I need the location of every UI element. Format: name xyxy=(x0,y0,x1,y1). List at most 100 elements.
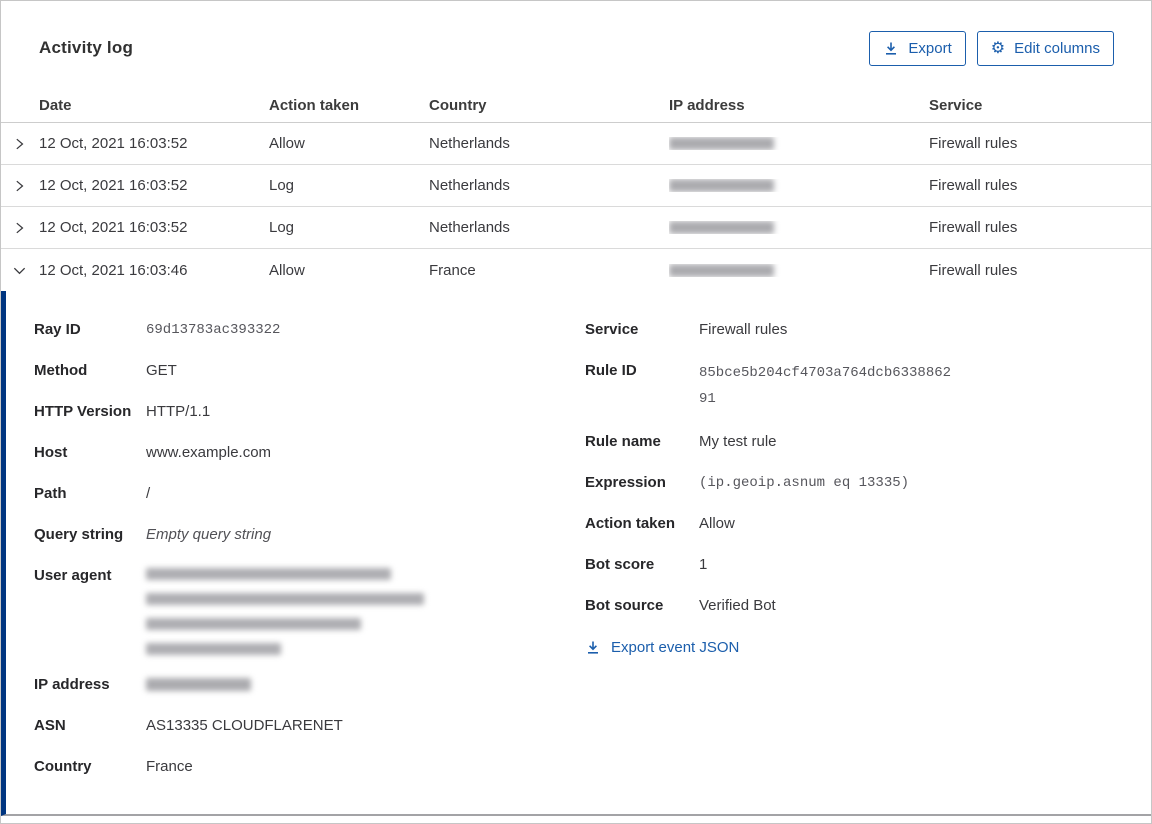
export-button-label: Export xyxy=(908,40,952,57)
detail-field-ip-address: IP address xyxy=(34,674,585,696)
detail-field-expression: Expression (ip.geoip.asnum eq 13335) xyxy=(585,472,1121,494)
field-label: Bot source xyxy=(585,597,664,614)
activity-log-panel: Activity log Export ⚙ Edit columns Date … xyxy=(0,0,1152,824)
cell-ip-address-redacted xyxy=(669,179,929,192)
cell-ip-address-redacted xyxy=(669,221,929,234)
table-row[interactable]: 12 Oct, 2021 16:03:52 Log Netherlands Fi… xyxy=(1,207,1151,249)
detail-field-bot-score: Bot score 1 xyxy=(585,554,1121,576)
chevron-right-icon xyxy=(12,179,26,193)
cell-ip-address-redacted xyxy=(669,263,929,277)
blur-line xyxy=(146,643,281,655)
detail-field-asn: ASN AS13335 CLOUDFLARENET xyxy=(34,715,585,737)
field-value: Empty query string xyxy=(146,526,272,543)
table-row[interactable]: 12 Oct, 2021 16:03:52 Allow Netherlands … xyxy=(1,123,1151,165)
field-value: GET xyxy=(146,362,177,379)
expand-row-button[interactable] xyxy=(1,179,39,193)
field-value: 69d13783ac393322 xyxy=(146,322,281,338)
field-value: Verified Bot xyxy=(699,597,776,614)
gear-icon: ⚙ xyxy=(990,39,1006,57)
export-event-json-label: Export event JSON xyxy=(611,639,740,656)
detail-field-ray-id: Ray ID 69d13783ac393322 xyxy=(34,319,585,341)
field-label: IP address xyxy=(34,676,110,693)
detail-column-left: Ray ID 69d13783ac393322 Method GET HTTP … xyxy=(34,319,585,794)
chevron-right-icon xyxy=(12,221,26,235)
redacted-ip-blur xyxy=(669,263,774,277)
blur-line xyxy=(146,568,391,580)
download-icon xyxy=(585,640,601,656)
redacted-ip-blur xyxy=(669,137,774,150)
table-row-expanded[interactable]: 12 Oct, 2021 16:03:46 Allow France Firew… xyxy=(1,249,1151,291)
column-header-service: Service xyxy=(929,97,983,114)
export-event-json-link[interactable]: Export event JSON xyxy=(585,639,739,656)
detail-field-user-agent: User agent xyxy=(34,565,585,655)
cell-date: 12 Oct, 2021 16:03:46 xyxy=(39,261,188,279)
cell-action-taken: Allow xyxy=(269,261,305,279)
edit-columns-button-label: Edit columns xyxy=(1014,40,1100,57)
field-label: HTTP Version xyxy=(34,403,132,420)
field-label: Action taken xyxy=(585,515,676,532)
column-header-date: Date xyxy=(39,97,72,114)
cell-action-taken: Log xyxy=(269,177,295,194)
activity-log-table: Date Action taken Country IP address Ser… xyxy=(1,89,1151,291)
detail-field-bot-source: Bot source Verified Bot xyxy=(585,595,1121,617)
field-label: ASN xyxy=(34,717,66,734)
chevron-right-icon xyxy=(12,137,26,151)
detail-field-country: Country France xyxy=(34,756,585,778)
cell-country: Netherlands xyxy=(429,219,510,236)
field-label: Bot score xyxy=(585,556,655,573)
redacted-ip-blur xyxy=(669,221,774,234)
detail-field-method: Method GET xyxy=(34,360,585,382)
cell-action-taken: Log xyxy=(269,219,295,236)
expand-row-button[interactable] xyxy=(1,221,39,235)
field-value: Firewall rules xyxy=(699,321,788,338)
cell-service: Firewall rules xyxy=(929,135,1018,152)
field-value: HTTP/1.1 xyxy=(146,403,211,420)
redacted-ip-blur xyxy=(669,179,774,192)
field-label: Rule ID xyxy=(585,362,637,379)
field-value: (ip.geoip.asnum eq 13335) xyxy=(699,475,910,491)
blur-line xyxy=(146,593,424,605)
table-row[interactable]: 12 Oct, 2021 16:03:52 Log Netherlands Fi… xyxy=(1,165,1151,207)
cell-ip-address-redacted xyxy=(669,137,929,150)
field-value: 85bce5b204cf4703a764dcb633886291 xyxy=(699,365,952,407)
cell-service: Firewall rules xyxy=(929,177,1018,194)
field-value: / xyxy=(146,485,151,502)
field-value: France xyxy=(146,758,193,775)
event-detail-panel: Ray ID 69d13783ac393322 Method GET HTTP … xyxy=(1,291,1151,816)
detail-field-service: Service Firewall rules xyxy=(585,319,1121,341)
field-label: Method xyxy=(34,362,88,379)
download-icon xyxy=(883,41,899,57)
cell-country: Netherlands xyxy=(429,135,510,152)
column-header-ip-address: IP address xyxy=(669,97,745,114)
field-value: www.example.com xyxy=(146,444,272,461)
column-header-action-taken: Action taken xyxy=(269,97,360,114)
field-label: Rule name xyxy=(585,433,661,450)
field-label: Service xyxy=(585,321,639,338)
export-button[interactable]: Export xyxy=(869,31,966,66)
cell-country: France xyxy=(429,261,476,279)
cell-country: Netherlands xyxy=(429,177,510,194)
expand-row-button[interactable] xyxy=(1,137,39,151)
field-label: Path xyxy=(34,485,67,502)
edit-columns-button[interactable]: ⚙ Edit columns xyxy=(976,31,1114,66)
detail-field-host: Host www.example.com xyxy=(34,442,585,464)
field-label: Expression xyxy=(585,474,666,491)
collapse-row-button[interactable] xyxy=(1,263,39,278)
cell-service: Firewall rules xyxy=(929,219,1018,236)
detail-field-http-version: HTTP Version HTTP/1.1 xyxy=(34,401,585,423)
field-label: Country xyxy=(34,758,92,775)
cell-action-taken: Allow xyxy=(269,135,305,152)
column-header-country: Country xyxy=(429,97,487,114)
detail-field-rule-name: Rule name My test rule xyxy=(585,431,1121,453)
field-label: Host xyxy=(34,444,68,461)
field-value: 1 xyxy=(699,556,708,573)
detail-field-query-string: Query string Empty query string xyxy=(34,524,585,546)
field-value: Allow xyxy=(699,515,735,532)
redacted-user-agent-blur xyxy=(146,565,424,655)
field-label: User agent xyxy=(34,567,112,584)
detail-field-rule-id: Rule ID 85bce5b204cf4703a764dcb633886291 xyxy=(585,360,1121,412)
detail-field-path: Path / xyxy=(34,483,585,505)
page-header: Activity log Export ⚙ Edit columns xyxy=(1,1,1151,66)
table-header-row: Date Action taken Country IP address Ser… xyxy=(1,89,1151,123)
toolbar: Export ⚙ Edit columns xyxy=(869,31,1114,66)
